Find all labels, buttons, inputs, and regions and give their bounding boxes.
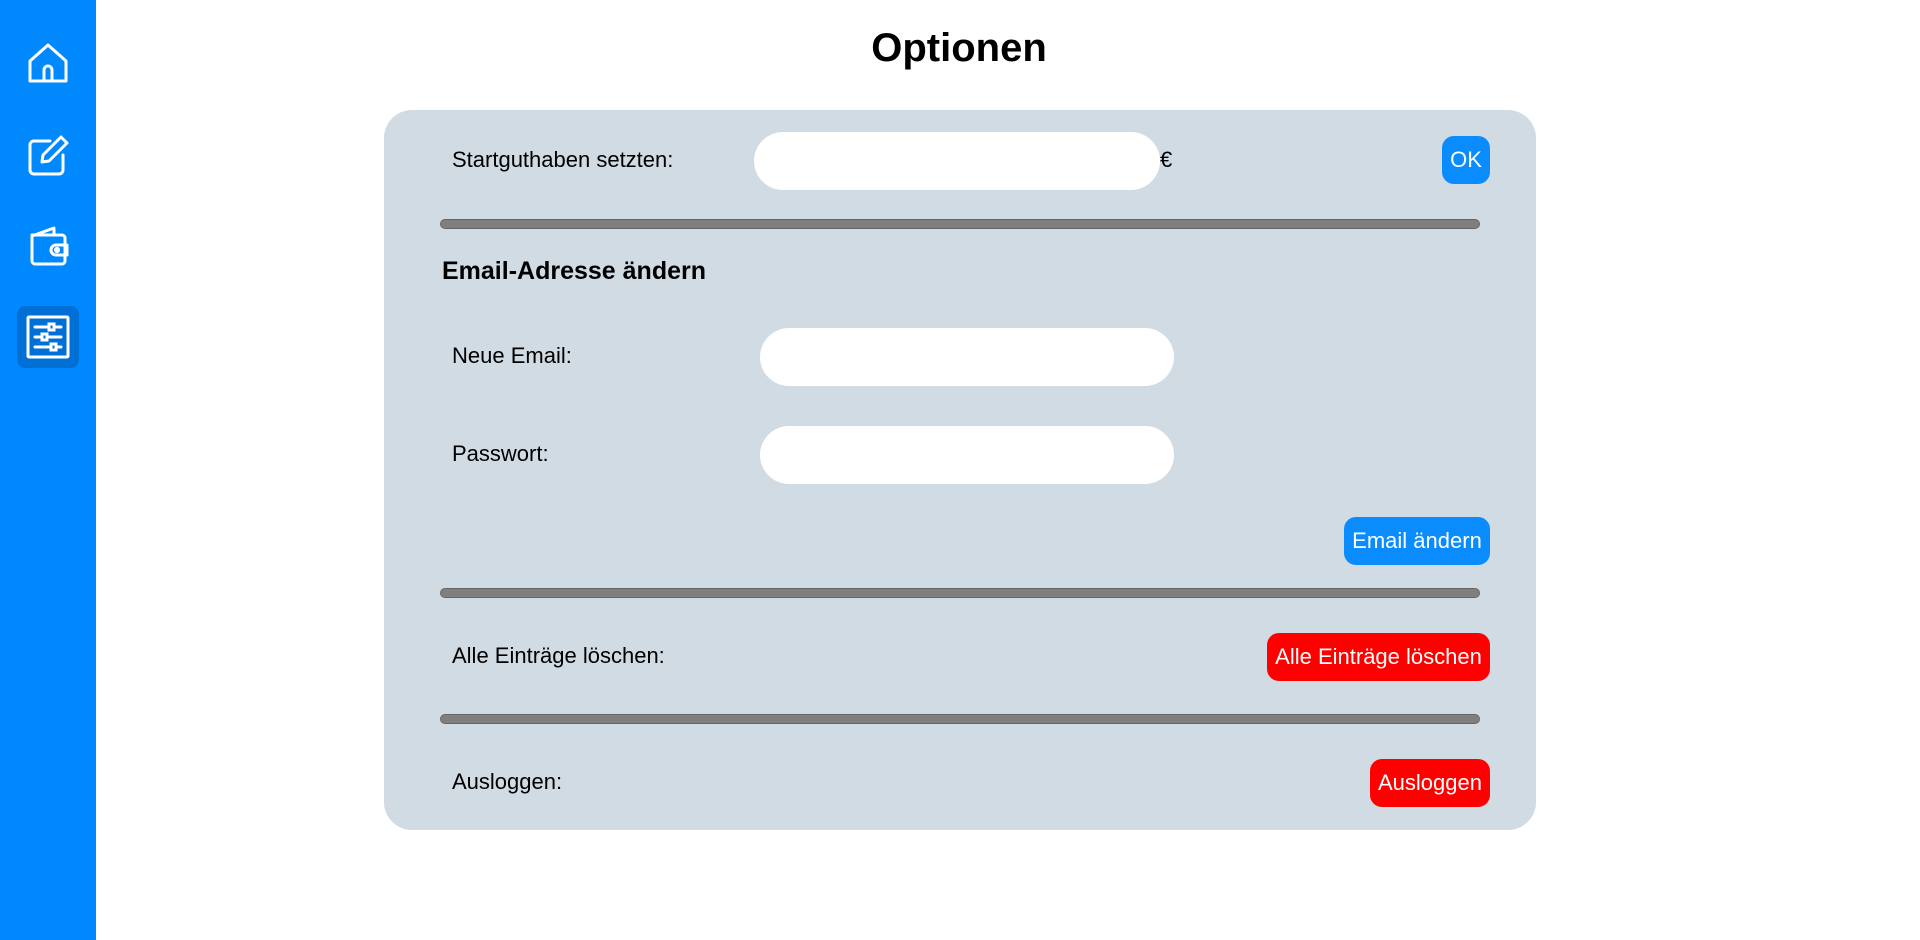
password-input[interactable]: [760, 426, 1174, 484]
sidebar-item-wallet[interactable]: [17, 216, 79, 278]
email-section-title: Email-Adresse ändern: [442, 257, 706, 285]
new-email-input[interactable]: [760, 328, 1174, 386]
delete-all-button[interactable]: Alle Einträge löschen: [1267, 633, 1490, 681]
start-balance-label: Startguthaben setzten:: [452, 147, 674, 172]
ok-button[interactable]: OK: [1442, 136, 1490, 184]
currency-symbol: €: [1160, 147, 1173, 172]
edit-icon: [28, 135, 69, 176]
logout-label: Ausloggen:: [452, 769, 563, 794]
wallet-icon: [30, 226, 69, 266]
home-icon: [28, 43, 68, 83]
start-balance-input[interactable]: [754, 132, 1160, 190]
new-email-label: Neue Email:: [452, 343, 572, 368]
divider: [440, 714, 1480, 724]
settings-sliders-icon: [26, 315, 70, 359]
logout-button[interactable]: Ausloggen: [1370, 759, 1490, 807]
change-email-button[interactable]: Email ändern: [1344, 517, 1490, 565]
sidebar-item-options[interactable]: [17, 306, 79, 368]
sidebar: [0, 0, 96, 940]
divider: [440, 219, 1480, 229]
sidebar-item-home[interactable]: [17, 32, 79, 94]
options-card: Startguthaben setzten: € OK Email-Adress…: [384, 110, 1536, 830]
sidebar-item-entries[interactable]: [17, 125, 79, 187]
delete-all-label: Alle Einträge löschen:: [452, 643, 665, 668]
page-title: Optionen: [871, 26, 1047, 70]
password-label: Passwort:: [452, 441, 549, 466]
divider: [440, 588, 1480, 598]
